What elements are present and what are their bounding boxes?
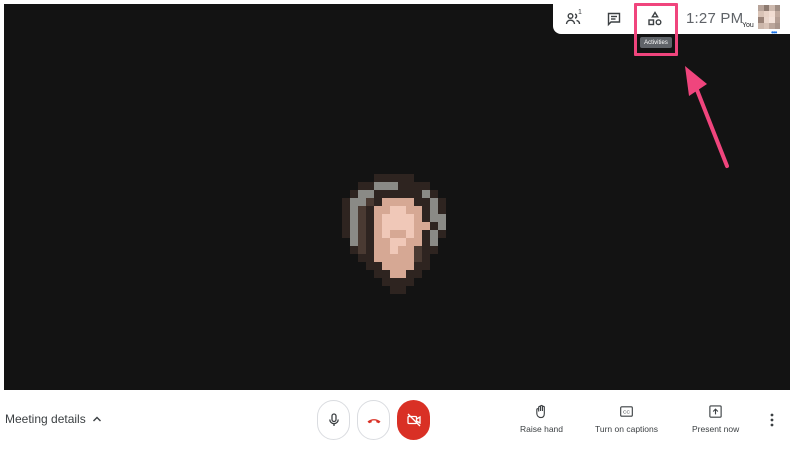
activities-highlight-box — [634, 3, 678, 56]
video-stage — [4, 4, 790, 390]
chat-icon — [607, 12, 621, 27]
chevron-up-icon — [92, 416, 101, 422]
present-now-button[interactable]: Present now — [692, 404, 739, 434]
people-count-badge: 1 — [578, 9, 582, 16]
annotation-arrow-icon — [685, 66, 729, 168]
captions-icon: CC — [620, 406, 633, 417]
camera-button[interactable] — [397, 400, 430, 440]
self-avatar — [758, 5, 780, 29]
activities-tooltip: Activities — [640, 37, 672, 48]
svg-text:CC: CC — [623, 410, 631, 416]
meeting-details-button[interactable]: Meeting details — [5, 412, 102, 426]
hang-up-icon — [367, 419, 380, 424]
raise-hand-label: Raise hand — [520, 424, 564, 434]
clock-time: 1:27 PM — [686, 10, 744, 27]
bottom-toolbar: Meeting details Raise hand CC Turn on ca… — [0, 390, 800, 450]
meet-window: 1 1:27 PM You ••• Activities Meeting det… — [0, 0, 800, 450]
chat-button[interactable] — [599, 4, 629, 34]
self-view-tile[interactable]: You ••• — [738, 4, 792, 37]
present-now-label: Present now — [692, 424, 740, 434]
microphone-icon — [328, 413, 339, 426]
present-screen-icon — [709, 405, 722, 418]
captions-button[interactable]: CC Turn on captions — [595, 404, 658, 434]
microphone-button[interactable] — [317, 400, 350, 440]
people-button[interactable]: 1 — [558, 4, 588, 34]
participant-avatar-pixelated — [342, 174, 446, 294]
captions-label: Turn on captions — [595, 424, 658, 434]
more-vert-icon — [770, 413, 774, 427]
raise-hand-button[interactable]: Raise hand — [520, 404, 563, 434]
end-call-button[interactable] — [357, 400, 390, 440]
self-label: You — [742, 22, 754, 29]
self-options-dots[interactable]: ••• — [771, 28, 777, 37]
raise-hand-icon — [536, 404, 545, 419]
more-options-button[interactable] — [764, 412, 780, 428]
camera-off-icon — [406, 413, 421, 427]
meeting-details-label: Meeting details — [5, 412, 86, 426]
